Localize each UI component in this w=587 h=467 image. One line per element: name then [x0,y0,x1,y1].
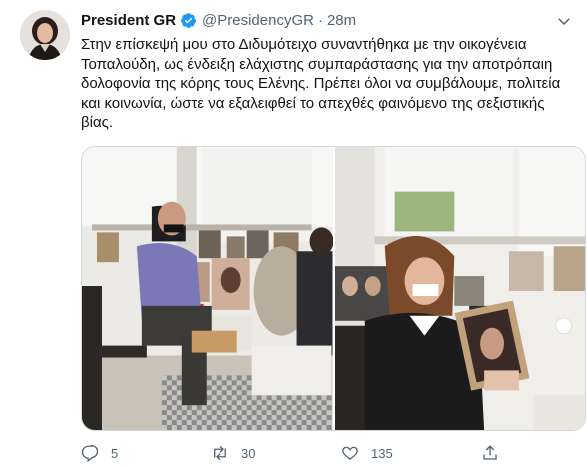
tweet[interactable]: President GR @PresidencyGR · 28m Στην επ… [0,0,587,467]
tweet-header: President GR @PresidencyGR · 28m [81,10,356,30]
verified-badge-icon [180,12,197,29]
separator-dot: · [317,11,323,29]
like-button[interactable]: 135 [341,444,471,462]
retweet-icon [214,445,226,461]
action-bar: 5 30 135 [81,442,511,464]
photo-left[interactable] [82,147,333,430]
retweet-button[interactable]: 30 [211,444,341,462]
photo-right[interactable] [334,147,585,430]
heart-icon [342,446,358,460]
author-handle[interactable]: @PresidencyGR [202,12,314,29]
reply-icon [81,444,99,462]
retweet-count: 30 [241,445,256,461]
share-icon [483,445,497,460]
author-name[interactable]: President GR [81,12,176,29]
like-count: 135 [371,445,393,461]
chevron-down-icon[interactable] [555,12,573,30]
reply-count: 5 [111,445,119,461]
share-button[interactable] [481,444,511,462]
avatar[interactable] [20,10,70,60]
reply-button[interactable]: 5 [81,444,211,462]
media-grid [81,146,586,431]
timestamp[interactable]: 28m [327,12,356,29]
tweet-text: Στην επίσκεψή μου στο Διδυμότειχο συναντ… [81,36,561,131]
